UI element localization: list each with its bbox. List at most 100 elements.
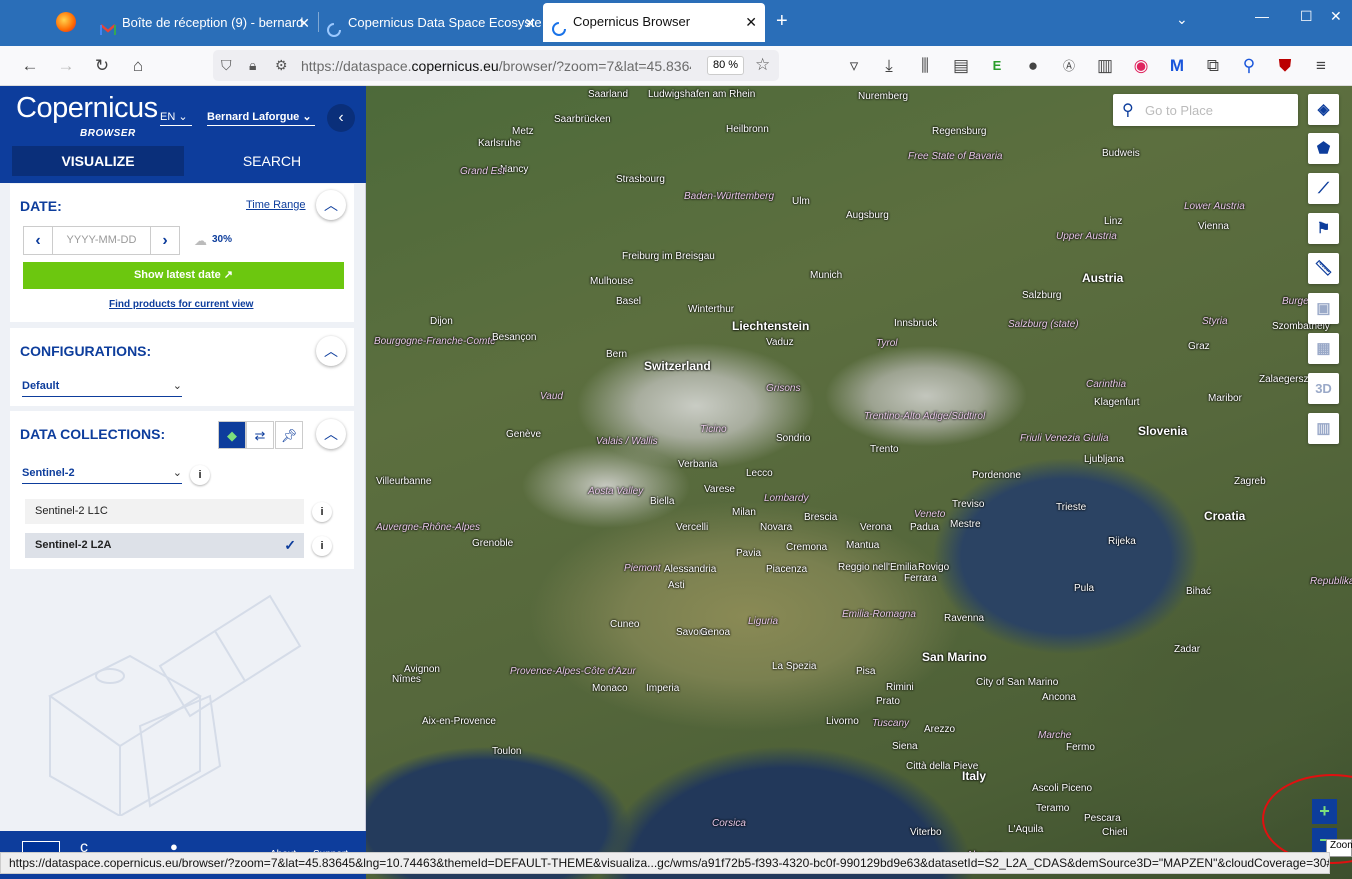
date-title: DATE: [20,198,62,214]
new-tab-button[interactable]: + [776,10,788,33]
map-canvas[interactable]: Saarland Ludwigshafen am Rhein Nuremberg Me… [366,86,1352,879]
histogram-tool-icon[interactable]: ▥ [1308,413,1339,444]
extension-e-icon[interactable]: E [986,55,1008,77]
map-label: Freiburg im Breisgau [622,251,715,262]
map-label: Livorno [826,716,859,727]
gmail-icon [100,15,116,35]
map-label: Trento [870,444,899,455]
pocket-icon[interactable]: ▿ [843,55,865,77]
map-label: Siena [892,741,918,752]
map-label: Karlsruhe [478,138,521,149]
map-label: Austria [1082,271,1124,285]
map-label: Republika Srpska [1310,576,1352,587]
url-bar[interactable]: ⛉ 🔒︎ ⚙ https://dataspace.copernicus.eu/b… [213,50,779,81]
ruler-tool-icon[interactable]: 📏︎ [1308,253,1339,284]
go-to-place-search[interactable]: ⚲ Go to Place [1113,94,1298,126]
library-icon[interactable]: ⫼ [914,55,936,77]
menu-icon[interactable]: ≡ [1310,55,1332,77]
extensions-puzzle-icon[interactable]: ⧉ [1202,55,1224,77]
map-label: Upper Austria [1056,231,1117,242]
extension-pocket-red-icon[interactable]: ◉ [1130,55,1152,77]
map-label: Slovenia [1138,424,1188,438]
collapse-data-collections-button[interactable]: ︿ [316,419,346,449]
collection-info-icon[interactable]: i [190,465,210,485]
tab-title: Boîte de réception (9) - bernard [122,15,304,30]
map-label: Pordenone [972,470,1021,481]
collection-select[interactable]: Sentinel-2 ⌄ [22,467,182,484]
l1c-info-icon[interactable]: i [312,502,332,522]
extension-dots-icon[interactable]: ● [1022,55,1044,77]
compare-icon[interactable]: ⇄ [246,421,274,449]
copernicus-logo[interactable]: Copernicus BROWSER [16,92,158,139]
measure-line-tool-icon[interactable]: ⟋ [1308,173,1339,204]
previous-date-button[interactable]: ‹ [24,227,52,254]
user-menu[interactable]: Bernard Laforgue ⌄ [207,110,315,126]
lock-icon[interactable]: 🔒︎ [249,57,256,74]
maximize-icon[interactable]: ☐ [1300,8,1313,25]
map-label: Pula [1074,583,1095,594]
collection-label: Sentinel-2 L2A [35,539,112,551]
tab-copernicus-ecosystem[interactable]: Copernicus Data Space Ecosyste ✕ [318,4,544,42]
collection-item-l2a[interactable]: Sentinel-2 L2A ✓ [25,533,304,558]
map-label: Trentino-Alto Adige/Südtirol [864,411,986,422]
collection-item-l1c[interactable]: Sentinel-2 L1C [25,499,304,524]
home-icon[interactable]: ⌂ [127,55,149,77]
collapse-date-button[interactable]: ︿ [316,190,346,220]
time-range-link[interactable]: Time Range [246,199,306,211]
map-label: Free State of Bavaria [908,151,1003,162]
show-latest-date-button[interactable]: Show latest date ↗ [23,262,344,289]
map-label: Ludwigshafen am Rhein [648,89,756,100]
find-products-link[interactable]: Find products for current view [109,299,253,310]
map-label: Villeurbanne [376,476,432,487]
extension-grid-icon[interactable]: ▥ [1094,55,1116,77]
browser-nav-bar: ← → ↻ ⌂ ⛉ 🔒︎ ⚙ https://dataspace.coperni… [0,46,1352,86]
back-icon[interactable]: ← [19,55,41,77]
close-tab-icon[interactable]: ✕ [298,4,310,42]
configuration-select[interactable]: Default ⌄ [22,380,182,397]
collapse-sidebar-button[interactable]: ‹ [327,104,355,132]
map-label: Besançon [492,332,537,343]
close-tab-icon[interactable]: ✕ [745,3,757,41]
close-window-icon[interactable]: ✕ [1330,8,1342,25]
reload-icon[interactable]: ↻ [91,55,113,77]
cloud-coverage[interactable]: 30% [212,234,232,245]
map-label: Ancona [1042,692,1076,703]
polygon-tool-icon[interactable]: ⬟ [1308,133,1339,164]
date-input[interactable]: YYYY-MM-DD [52,227,151,254]
collapse-configurations-button[interactable]: ︿ [316,336,346,366]
timelapse-tool-icon[interactable]: ▦ [1308,333,1339,364]
permissions-icon[interactable]: ⚙ [275,57,288,74]
tab-inbox[interactable]: Boîte de réception (9) - bernard ✕ [92,4,318,42]
loading-spinner-icon [551,14,567,36]
minimize-icon[interactable]: — [1255,8,1269,24]
close-tab-icon[interactable]: ✕ [524,4,536,42]
map-label: Ravenna [944,613,985,624]
pin-location-tool-icon[interactable]: ⚑ [1308,213,1339,244]
bookmark-star-icon[interactable]: ☆ [755,55,770,75]
extension-a-icon[interactable]: Ⓐ [1058,55,1080,77]
map-label: Emilia-Romagna [842,609,916,620]
3d-tool-button[interactable]: 3D [1308,373,1339,404]
forward-icon[interactable]: → [55,55,77,77]
layers-tool-icon[interactable]: ◈ [1308,94,1339,125]
download-icon[interactable]: ⤓ [878,55,900,77]
zoom-level-badge[interactable]: 80 % [707,56,745,75]
tab-search[interactable]: SEARCH [186,146,358,176]
layers-icon[interactable]: ◆ [218,421,246,449]
language-select[interactable]: EN ⌄ [160,110,192,126]
tab-copernicus-browser[interactable]: Copernicus Browser ✕ [543,3,765,42]
l2a-info-icon[interactable]: i [312,536,332,556]
list-tabs-icon[interactable]: ⌄ [1176,11,1188,28]
extension-search-icon[interactable]: ⚲ [1238,55,1260,77]
extension-m-icon[interactable]: M [1166,55,1188,77]
map-label: Liechtenstein [732,319,810,333]
firefox-icon[interactable] [56,12,76,32]
image-download-tool-icon[interactable]: ▣ [1308,293,1339,324]
sidebar-icon[interactable]: ▤ [950,55,972,77]
shield-icon[interactable]: ⛉ [221,57,232,74]
ublock-icon[interactable]: ⛊ [1274,55,1296,77]
tab-visualize[interactable]: VISUALIZE [12,146,184,176]
next-date-button[interactable]: › [151,227,179,254]
pin-icon[interactable]: 📌︎ [275,421,303,449]
map-label: Italy [962,769,987,783]
